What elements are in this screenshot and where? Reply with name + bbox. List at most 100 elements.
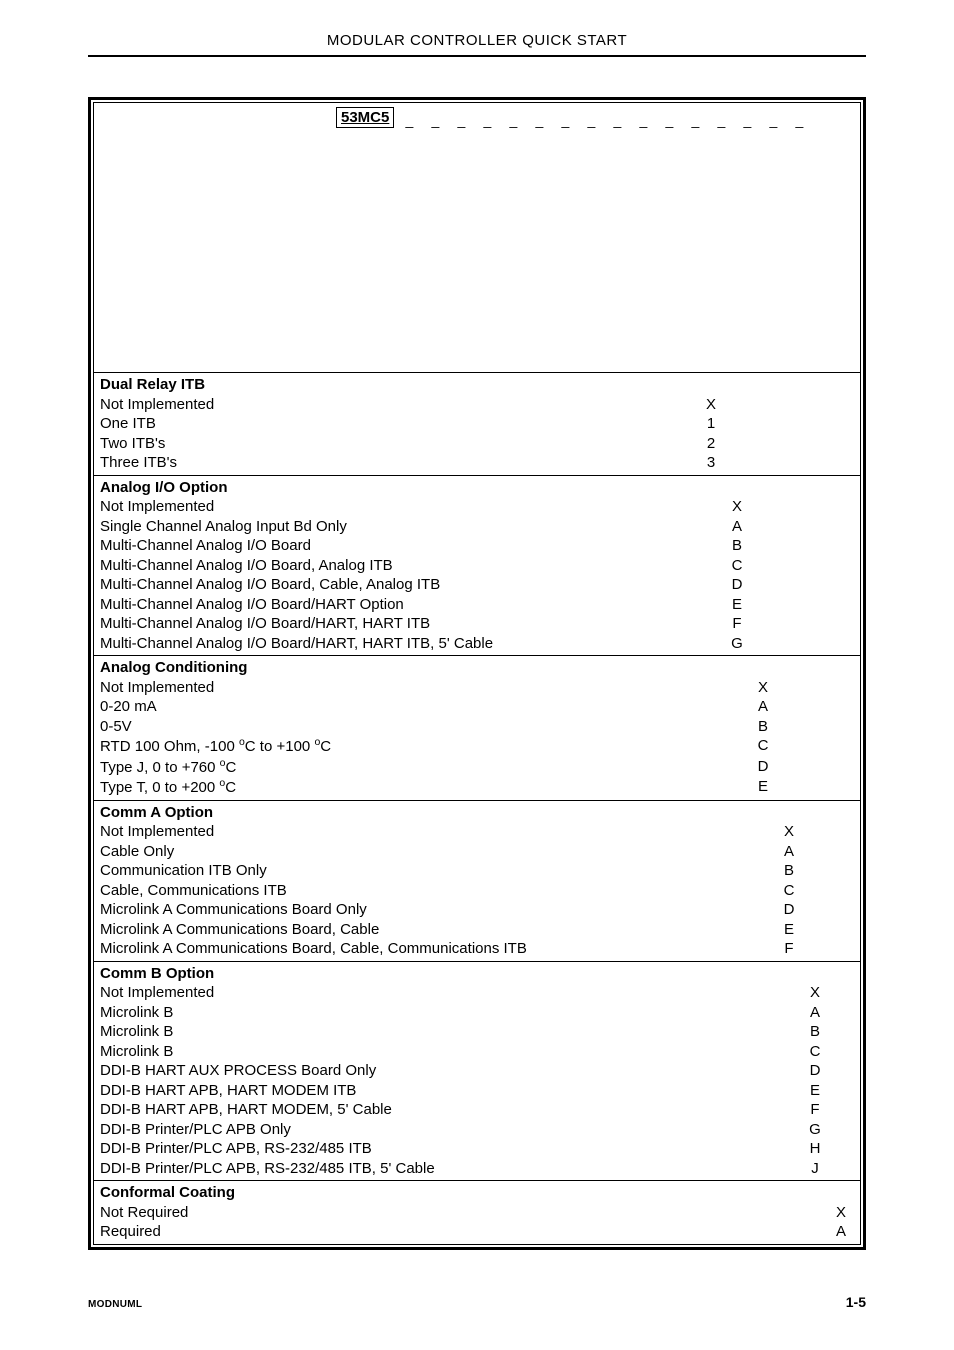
lead-slot: _ bbox=[578, 112, 604, 128]
code-cell bbox=[724, 939, 750, 959]
code-cell bbox=[776, 614, 802, 634]
table-row: One ITB1 bbox=[100, 414, 854, 434]
code-cell bbox=[802, 434, 828, 454]
lead-slot: _ bbox=[500, 112, 526, 128]
code-cell bbox=[802, 614, 828, 634]
row-label: DDI-B HART APB, HART MODEM, 5' Cable bbox=[100, 1100, 698, 1120]
code-cell bbox=[724, 678, 750, 698]
row-codes: J bbox=[698, 1159, 854, 1179]
code-cell bbox=[750, 1139, 776, 1159]
code-cell bbox=[698, 556, 724, 576]
section-title: Dual Relay ITB bbox=[100, 375, 854, 395]
code-cell bbox=[750, 1203, 776, 1223]
section-title: Comm B Option bbox=[100, 964, 854, 984]
section: Conformal CoatingNot RequiredXRequiredA bbox=[94, 1180, 860, 1244]
row-label: Cable, Communications ITB bbox=[100, 881, 698, 901]
code-cell bbox=[828, 614, 854, 634]
code-cell bbox=[828, 900, 854, 920]
code-cell: D bbox=[776, 900, 802, 920]
code-cell bbox=[828, 697, 854, 717]
code-cell bbox=[750, 634, 776, 654]
footer-right: 1-5 bbox=[846, 1294, 866, 1310]
row-codes: C bbox=[698, 1042, 854, 1062]
code-cell bbox=[828, 939, 854, 959]
code-cell bbox=[750, 842, 776, 862]
row-codes: B bbox=[698, 717, 854, 737]
table-row: Type J, 0 to +760 oCD bbox=[100, 757, 854, 778]
code-cell bbox=[698, 536, 724, 556]
code-cell: X bbox=[776, 822, 802, 842]
section: Comm A OptionNot ImplementedXCable OnlyA… bbox=[94, 800, 860, 961]
code-cell bbox=[776, 517, 802, 537]
row-codes: G bbox=[698, 1120, 854, 1140]
code-cell bbox=[802, 822, 828, 842]
header-rule bbox=[88, 55, 866, 57]
code-cell bbox=[750, 395, 776, 415]
code-cell bbox=[776, 453, 802, 473]
code-cell: G bbox=[802, 1120, 828, 1140]
code-cell bbox=[724, 1042, 750, 1062]
code-cell bbox=[776, 1042, 802, 1062]
code-cell bbox=[776, 1081, 802, 1101]
code-cell bbox=[750, 536, 776, 556]
row-label: Type T, 0 to +200 oC bbox=[100, 777, 698, 798]
code-cell bbox=[776, 556, 802, 576]
code-cell bbox=[828, 861, 854, 881]
code-cell bbox=[828, 757, 854, 778]
code-cell bbox=[750, 983, 776, 1003]
code-cell bbox=[828, 536, 854, 556]
code-cell bbox=[776, 575, 802, 595]
code-cell bbox=[776, 678, 802, 698]
lead-slot: _ bbox=[422, 112, 448, 128]
code-cell bbox=[698, 1081, 724, 1101]
table-row: Microlink A Communications Board, Cable,… bbox=[100, 939, 854, 959]
code-cell bbox=[750, 595, 776, 615]
code-cell bbox=[698, 1100, 724, 1120]
code-cell bbox=[698, 777, 724, 798]
table-row: Communication ITB OnlyB bbox=[100, 861, 854, 881]
code-cell bbox=[828, 1003, 854, 1023]
code-cell: A bbox=[776, 842, 802, 862]
code-cell: H bbox=[802, 1139, 828, 1159]
code-cell bbox=[802, 595, 828, 615]
row-codes: A bbox=[698, 517, 854, 537]
row-codes: E bbox=[698, 777, 854, 798]
section-title: Comm A Option bbox=[100, 803, 854, 823]
row-label: Microlink A Communications Board Only bbox=[100, 900, 698, 920]
code-cell bbox=[802, 920, 828, 940]
code-cell bbox=[802, 1222, 828, 1242]
row-label: Microlink A Communications Board, Cable,… bbox=[100, 939, 698, 959]
code-cell bbox=[724, 717, 750, 737]
row-codes: G bbox=[698, 634, 854, 654]
row-codes: 1 bbox=[698, 414, 854, 434]
code-cell bbox=[828, 497, 854, 517]
code-cell bbox=[828, 822, 854, 842]
row-label: Type J, 0 to +760 oC bbox=[100, 757, 698, 778]
code-cell bbox=[828, 736, 854, 757]
row-codes: X bbox=[698, 1203, 854, 1223]
code-cell bbox=[776, 595, 802, 615]
code-cell bbox=[828, 1120, 854, 1140]
code-cell bbox=[828, 517, 854, 537]
row-codes: E bbox=[698, 920, 854, 940]
code-cell bbox=[828, 575, 854, 595]
code-cell bbox=[828, 1159, 854, 1179]
section: Analog ConditioningNot ImplementedX0-20 … bbox=[94, 655, 860, 800]
row-codes: A bbox=[698, 842, 854, 862]
row-codes: A bbox=[698, 1003, 854, 1023]
row-codes: C bbox=[698, 736, 854, 757]
row-label: Multi-Channel Analog I/O Board bbox=[100, 536, 698, 556]
code-cell bbox=[750, 1100, 776, 1120]
lead-slot: _ bbox=[448, 112, 474, 128]
code-cell bbox=[828, 1022, 854, 1042]
row-codes: X bbox=[698, 983, 854, 1003]
row-codes: 2 bbox=[698, 434, 854, 454]
code-cell bbox=[750, 414, 776, 434]
code-cell bbox=[776, 736, 802, 757]
code-cell: X bbox=[802, 983, 828, 1003]
code-cell bbox=[828, 595, 854, 615]
code-slots: ________________ bbox=[396, 110, 812, 126]
code-slot: _ bbox=[682, 112, 708, 128]
code-cell bbox=[802, 881, 828, 901]
table-row: Three ITB's3 bbox=[100, 453, 854, 473]
